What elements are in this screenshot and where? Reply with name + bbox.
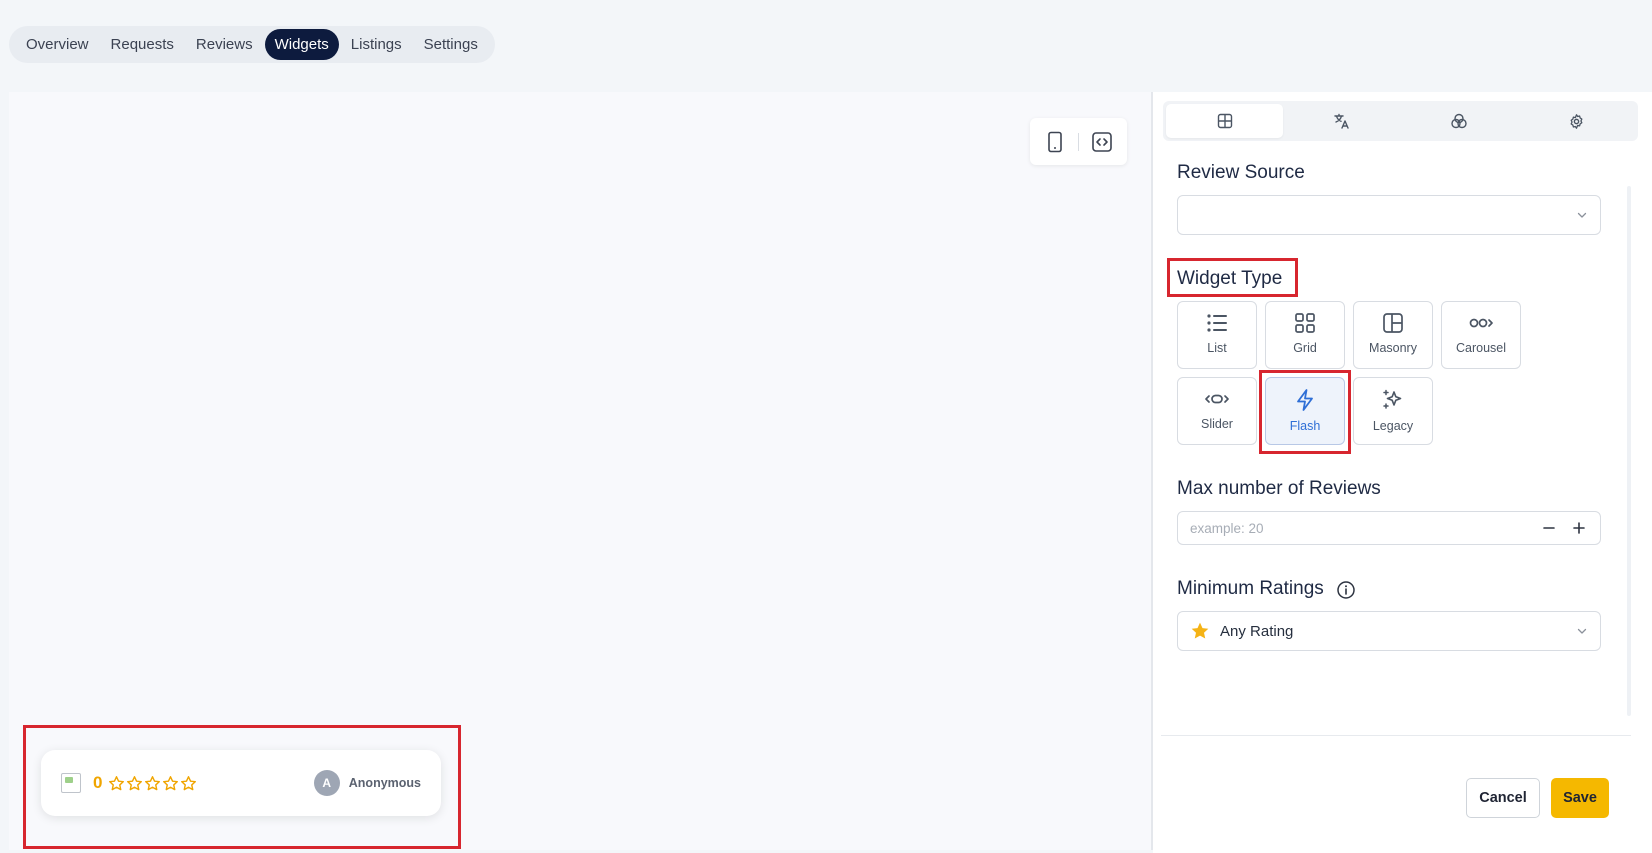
star-outline-icon [163, 775, 179, 790]
sparkles-icon [1383, 389, 1402, 409]
review-source-label: Review Source [1177, 162, 1305, 183]
widget-type-list[interactable]: List [1177, 301, 1257, 369]
tab-layout[interactable] [1166, 104, 1284, 138]
broken-image-icon [61, 773, 81, 793]
flash-option-highlight [1259, 370, 1351, 454]
star-outline-icon [127, 775, 143, 790]
star-outline-icon [181, 775, 197, 790]
panel-scrollbar[interactable] [1627, 186, 1631, 716]
slider-icon [1205, 394, 1229, 404]
toolbar-separator [1077, 132, 1079, 151]
widget-type-label: Widget Type [1177, 268, 1283, 289]
star-outline-icon [109, 775, 125, 790]
preview-device-toolbar [1030, 118, 1127, 165]
flash-review-card[interactable]: 0 A Anonymous [41, 750, 441, 816]
max-reviews-stepper [1177, 511, 1601, 545]
max-reviews-input[interactable] [1190, 520, 1534, 536]
author-name: Anonymous [348, 776, 421, 790]
layout-grid-icon [1217, 113, 1232, 129]
minimum-ratings-label: Minimum Ratings [1177, 578, 1324, 599]
minimum-ratings-select[interactable]: Any Rating [1177, 611, 1601, 651]
nav-tab-listings[interactable]: Listings [341, 29, 412, 60]
star-rating [108, 775, 197, 792]
tab-appearance[interactable] [1401, 104, 1518, 138]
review-source-select[interactable] [1177, 195, 1601, 235]
avatar: A [313, 770, 340, 796]
decrement-button[interactable] [1534, 514, 1564, 542]
code-embed-icon[interactable] [1088, 128, 1116, 156]
cancel-button[interactable]: Cancel [1466, 778, 1540, 818]
mobile-device-icon[interactable] [1041, 128, 1069, 156]
footer-divider [1161, 735, 1631, 736]
chevron-down-icon [1577, 212, 1587, 218]
max-reviews-label: Max number of Reviews [1177, 478, 1381, 499]
widget-type-grid[interactable]: Grid [1265, 301, 1345, 369]
tab-translation[interactable] [1283, 104, 1400, 138]
widget-type-masonry[interactable]: Masonry [1353, 301, 1433, 369]
widget-type-slider[interactable]: Slider [1177, 377, 1257, 445]
widget-type-carousel[interactable]: Carousel [1441, 301, 1521, 369]
review-author: A Anonymous [313, 770, 421, 796]
grid-icon [1295, 313, 1315, 333]
tab-settings[interactable] [1518, 104, 1635, 138]
color-palette-icon [1451, 113, 1467, 129]
list-icon [1207, 314, 1227, 332]
star-outline-icon [145, 775, 161, 790]
top-nav: Overview Requests Reviews Widgets Listin… [9, 26, 495, 63]
rating-value: 0 [93, 773, 103, 792]
translate-icon [1334, 113, 1349, 129]
minimum-ratings-value: Any Rating [1220, 622, 1294, 640]
nav-tab-requests[interactable]: Requests [101, 29, 184, 60]
settings-tabs [1163, 101, 1638, 141]
plus-icon [1573, 522, 1585, 534]
carousel-icon [1469, 318, 1493, 328]
star-filled-icon [1191, 622, 1209, 639]
nav-tab-overview[interactable]: Overview [16, 29, 99, 60]
minus-icon [1543, 527, 1555, 529]
widget-type-legacy[interactable]: Legacy [1353, 377, 1433, 445]
increment-button[interactable] [1564, 514, 1594, 542]
nav-tab-widgets[interactable]: Widgets [264, 29, 339, 60]
save-button[interactable]: Save [1551, 778, 1609, 818]
info-icon[interactable] [1336, 580, 1356, 600]
nav-tab-settings[interactable]: Settings [414, 29, 488, 60]
settings-gear-icon [1570, 113, 1583, 129]
nav-tab-reviews[interactable]: Reviews [186, 29, 263, 60]
masonry-icon [1383, 313, 1403, 333]
chevron-down-icon [1577, 628, 1587, 634]
